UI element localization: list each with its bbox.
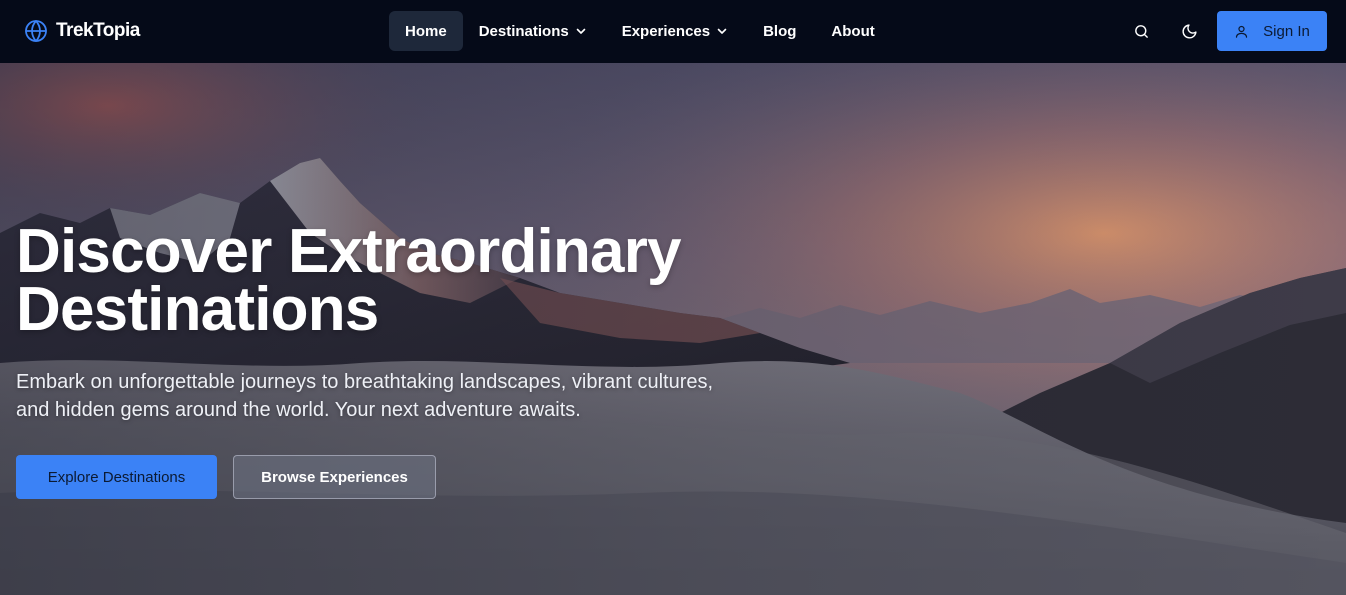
brand-logo[interactable]: TrekTopia [24, 19, 140, 43]
explore-destinations-button[interactable]: Explore Destinations [16, 455, 217, 499]
main-nav: Home Destinations Experiences Blog About [389, 11, 891, 51]
search-icon [1134, 24, 1148, 38]
sign-in-button[interactable]: Sign In [1217, 11, 1327, 51]
nav-item-label: Blog [763, 22, 797, 40]
brand-name: TrekTopia [56, 20, 140, 41]
theme-toggle-button[interactable] [1179, 21, 1199, 41]
hero-title-line: Destinations [16, 275, 379, 344]
hero-title: Discover Extraordinary Destinations [16, 221, 796, 341]
globe-icon [24, 19, 48, 43]
nav-item-label: Experiences [621, 22, 711, 40]
nav-item-label: About [831, 22, 875, 40]
nav-item-blog[interactable]: Blog [747, 11, 812, 51]
sign-in-label: Sign In [1263, 22, 1310, 40]
chevron-down-icon [717, 28, 727, 34]
nav-item-label: Destinations [478, 22, 569, 40]
hero-content: Discover Extraordinary Destinations Emba… [16, 221, 796, 499]
top-navbar: TrekTopia Home Destinations Experiences … [0, 0, 1346, 63]
browse-experiences-button[interactable]: Browse Experiences [233, 455, 436, 499]
moon-icon [1182, 23, 1197, 38]
nav-item-about[interactable]: About [815, 11, 890, 51]
hero-subtitle-line: and hidden gems around the world. Your n… [16, 399, 581, 421]
nav-item-experiences[interactable]: Experiences [606, 11, 744, 51]
nav-item-home[interactable]: Home [389, 11, 463, 51]
chevron-down-icon [576, 28, 586, 34]
hero-section: Discover Extraordinary Destinations Emba… [0, 63, 1346, 595]
user-icon [1236, 25, 1248, 38]
search-button[interactable] [1131, 21, 1151, 41]
nav-item-label: Home [405, 22, 447, 40]
hero-actions: Explore Destinations Browse Experiences [16, 455, 436, 499]
nav-item-destinations[interactable]: Destinations [463, 11, 603, 51]
hero-subtitle-line: Embark on unforgettable journeys to brea… [16, 371, 714, 393]
hero-subtitle: Embark on unforgettable journeys to brea… [16, 368, 776, 424]
